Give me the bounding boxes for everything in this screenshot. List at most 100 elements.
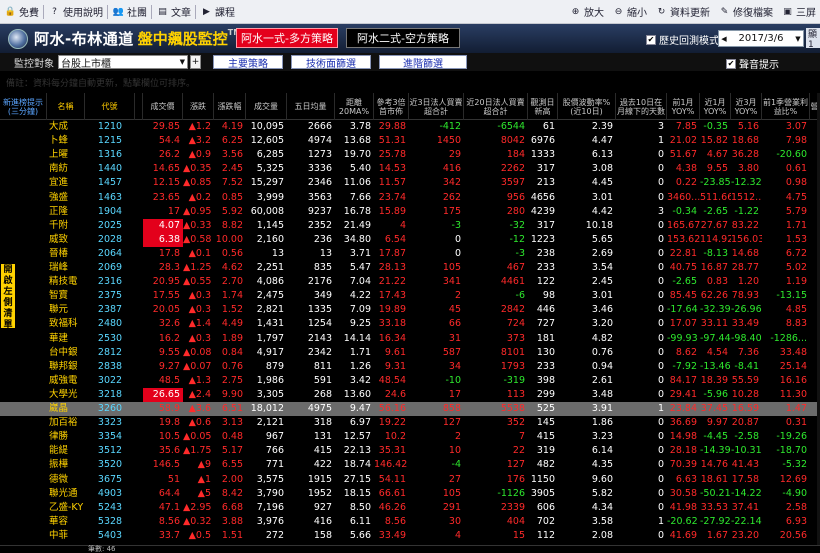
table-row[interactable]: 晉椿 2064 17.8 ▲0.1 0.56 13 13 3.71 17.87 0 -3 238 2.6… xyxy=(0,247,820,261)
cell-col-14: 2.45 xyxy=(591,276,613,288)
table-row[interactable]: 振樺 3520 146.5 ▲9 6.55 771 422 18.74 146.42 -4 127 4… xyxy=(0,458,820,472)
cell-col-4: 54.4 xyxy=(158,135,180,147)
cell-col-15: 0 xyxy=(657,219,664,231)
cell-col-15: 0 xyxy=(657,290,664,302)
history-checkbox-icon[interactable]: ✔ xyxy=(646,34,656,45)
column-header-5[interactable]: 漲跌 xyxy=(183,93,214,120)
main-strategy-button[interactable]: 主要策略 xyxy=(213,55,283,70)
cell-col-1: 崴晶 xyxy=(49,403,69,414)
tech-filter-button[interactable]: 技術面篩選 xyxy=(291,55,371,70)
table-row[interactable]: 宜進 1457 12.15 ▲0.85 7.52 15,297 2346 11.06 11.57… xyxy=(0,176,820,190)
table-row[interactable]: 千附 2025 4.07 ▲0.33 8.82 1,145 2352 21.49 4 -3 -32 3… xyxy=(0,218,820,233)
cell-col-16: 6.63 xyxy=(675,473,697,485)
cell-col-15: 0 xyxy=(657,459,664,471)
table-row[interactable]: 威強電 3022 48.5 ▲1.3 2.75 1,986 591 3.42 48.54 -10 -… xyxy=(0,374,820,388)
cell-col-4: 26.65 xyxy=(143,387,183,402)
table-row[interactable]: 加百裕 3323 19.8 ▲0.6 3.13 2,121 318 6.97 19.22 127 3… xyxy=(0,416,820,430)
history-mode-toggle[interactable]: ✔ 歷史回測模式 xyxy=(646,32,719,47)
table-row[interactable]: 精技電 2316 20.95 ▲0.55 2.70 4,086 2176 7.04 21.22 3… xyxy=(0,275,820,289)
tab-short-strategy[interactable]: 阿水二式-空方策略 xyxy=(346,28,460,48)
table-row[interactable]: 律勝 3354 10.5 ▲0.05 0.48 967 131 12.57 10.2 2 7 415 3… xyxy=(0,430,820,444)
open-left-list-tab[interactable]: 開啟左側清單 xyxy=(1,264,15,330)
app-title: 阿水-布林通道 xyxy=(34,30,134,48)
table-row[interactable]: 卜蜂 1215 54.4 ▲3.2 6.25 12,605 4974 13.68 51.31 14… xyxy=(0,134,820,148)
column-header-7[interactable]: 成交量 xyxy=(246,93,287,120)
column-header-0[interactable]: 新進榜提示(三分鐘) xyxy=(0,93,47,120)
cell-col-18: 3.80 xyxy=(737,163,759,175)
table-row[interactable]: 南紡 1440 14.65 ▲0.35 2.45 5,325 3336 5.40 14.53 41… xyxy=(0,162,820,176)
menu-item-left-0[interactable]: 🔒 免費 xyxy=(0,4,43,20)
column-header-13[interactable]: 觀測日新高 xyxy=(528,93,558,120)
cell-col-12: -6 xyxy=(515,290,525,302)
cell-col-17: 4.67 xyxy=(706,149,728,161)
column-header-11[interactable]: 近3日法人買賣超合計 xyxy=(409,93,464,120)
column-header-19[interactable]: 前1季營業利益比% xyxy=(762,93,810,120)
sound-checkbox-icon[interactable]: ✔ xyxy=(726,58,736,69)
table-row[interactable]: 上曜 1316 26.2 ▲0.9 3.56 6,285 1273 19.70 25.78 29 1… xyxy=(0,148,820,162)
menu-item-left-2[interactable]: 👥 社團 xyxy=(108,4,151,20)
table-row[interactable]: 正隆 1904 17 ▲0.95 5.92 60,008 9237 16.78 15.89 175… xyxy=(0,205,820,219)
right-tab[interactable]: 顯1 xyxy=(806,28,820,50)
column-header-18[interactable]: 近3月YOY% xyxy=(731,93,762,120)
table-row[interactable]: 聯元 2387 20.05 ▲0.3 1.52 2,821 1335 7.09 19.89 45 2… xyxy=(0,303,820,317)
column-header-9[interactable]: 距離20MA% xyxy=(335,93,374,120)
table-row[interactable]: 聯邦銀 2838 9.27 ▲0.07 0.76 879 811 1.26 9.31 34 1793… xyxy=(0,360,820,374)
column-header-15[interactable]: 過去10日在月線下的天數 xyxy=(616,93,667,120)
cell-col-14: 10.18 xyxy=(585,219,613,231)
cell-col-19: 6.72 xyxy=(785,247,807,259)
menu-item-right-4[interactable]: ▣ 三屏 xyxy=(777,4,820,20)
column-header-12[interactable]: 近20日法人買賣超合計 xyxy=(464,93,528,120)
table-row[interactable]: 能緹 3512 35.6 ▲1.75 5.17 766 415 22.13 35.31 10 22 3… xyxy=(0,444,820,458)
table-row[interactable]: 智寶 2375 17.55 ▲0.3 1.74 2,475 349 4.22 17.43 2 -6 9… xyxy=(0,289,820,303)
add-button[interactable]: + xyxy=(190,55,201,69)
cell-col-6: 6.51 xyxy=(221,403,243,414)
table-row[interactable]: 大成 1210 29.85 ▲1.2 4.19 10,095 2666 3.78 29.88 -4… xyxy=(0,120,820,134)
table-row[interactable]: 華建 2530 16.2 ▲0.3 1.89 1,797 2143 14.14 16.34 31 3… xyxy=(0,332,820,346)
table-row[interactable]: 華容 5328 8.56 ▲0.32 3.88 3,976 416 6.11 8.56 30 404… xyxy=(0,515,820,529)
table-row[interactable]: 崴晶 3260 58.9 ▲3.6 6.51 18,012 4975 9.47 56.16 858… xyxy=(0,402,820,417)
cell-col-5: ▲0.95 xyxy=(183,205,212,217)
menu-item-right-2[interactable]: ↻ 資料更新 xyxy=(651,4,714,20)
cell-col-2: 5403 xyxy=(97,529,123,541)
cell-col-16: 36.69 xyxy=(669,417,697,429)
menu-item-right-1[interactable]: ⊖ 縮小 xyxy=(608,4,651,20)
tab-long-strategy[interactable]: 阿水一式-多方策略 xyxy=(236,28,338,48)
cell-col-16: 0.22 xyxy=(675,177,697,189)
column-header-10[interactable]: 參考3倍首市佈 xyxy=(374,93,409,120)
table-row[interactable]: 致福科 2480 32.6 ▲1.4 4.49 1,431 1254 9.25 33.18 66 7… xyxy=(0,317,820,331)
market-select[interactable]: 台股上市櫃 ▼ xyxy=(58,55,188,70)
table-row[interactable]: 強盛 1463 23.65 ▲0.2 0.85 3,999 3563 7.66 23.74 262… xyxy=(0,191,820,205)
sound-alert-toggle[interactable]: ✔ 聲音提示 xyxy=(726,56,779,71)
cell-col-5: ▲0.5 xyxy=(188,529,211,541)
table-row[interactable]: 德微 3675 51 ▲1 2.00 3,575 1915 27.15 54.11 27 176 11… xyxy=(0,473,820,487)
cell-col-2: 3675 xyxy=(97,473,123,485)
table-row[interactable]: 中菲 5403 33.7 ▲0.5 1.51 272 158 5.66 33.49 4 15 112 2… xyxy=(0,529,820,543)
menu-item-right-3[interactable]: ✎ 修復檔案 xyxy=(714,4,777,20)
advanced-filter-button[interactable]: 進階篩選 xyxy=(379,55,467,70)
table-row[interactable]: 威致 2028 6.38 ▲0.58 10.00 2,160 236 34.80 6.54 0 -1… xyxy=(0,232,820,247)
table-row[interactable]: 大學光 3218 26.65 ▲2.4 9.90 3,305 268 13.60 24.6 17 1… xyxy=(0,387,820,402)
column-header-4[interactable]: 成交價 xyxy=(143,93,183,120)
column-header-16[interactable]: 前1月YOY% xyxy=(667,93,700,120)
cell-col-5: ▲0.35 xyxy=(183,163,212,175)
menu-item-left-1[interactable]: ? 使用說明 xyxy=(44,4,107,20)
cell-col-12: 7 xyxy=(518,431,525,443)
column-header-17[interactable]: 近1月YOY% xyxy=(700,93,731,120)
cell-col-17: -23.85 xyxy=(700,177,731,189)
date-prev-icon[interactable]: ◀ xyxy=(719,35,729,43)
date-picker[interactable]: ◀ 2017/3/6 ▼ xyxy=(718,30,804,47)
column-header-1[interactable]: 名稱 xyxy=(47,93,85,120)
menu-item-left-3[interactable]: ▤ 文章 xyxy=(152,4,195,20)
menu-item-right-0[interactable]: ⊕ 放大 xyxy=(565,4,608,20)
table-row[interactable]: 聯光通 4903 64.4 ▲5 8.42 3,790 1952 18.15 66.61 105 -… xyxy=(0,487,820,501)
column-header-3[interactable] xyxy=(135,93,143,120)
column-header-6[interactable]: 漲跌幅 xyxy=(214,93,246,120)
menu-item-left-4[interactable]: ▶ 課程 xyxy=(196,4,239,20)
table-row[interactable]: 乙盛-KY 5243 47.1 ▲2.95 6.68 7,196 927 8.50 46.26 2… xyxy=(0,501,820,515)
table-row[interactable]: 瑞峰 2069 28.3 ▲1.25 4.62 2,251 835 5.47 28.13 105 4… xyxy=(0,261,820,275)
column-header-8[interactable]: 五日均量 xyxy=(287,93,335,120)
table-row[interactable]: 台中銀 2812 9.55 ▲0.08 0.84 4,917 2342 1.71 9.61 587… xyxy=(0,346,820,360)
column-header-14[interactable]: 股價波動率%(近10日) xyxy=(558,93,616,120)
date-dropdown-icon[interactable]: ▼ xyxy=(793,35,803,43)
column-header-2[interactable]: 代號 xyxy=(85,93,135,120)
